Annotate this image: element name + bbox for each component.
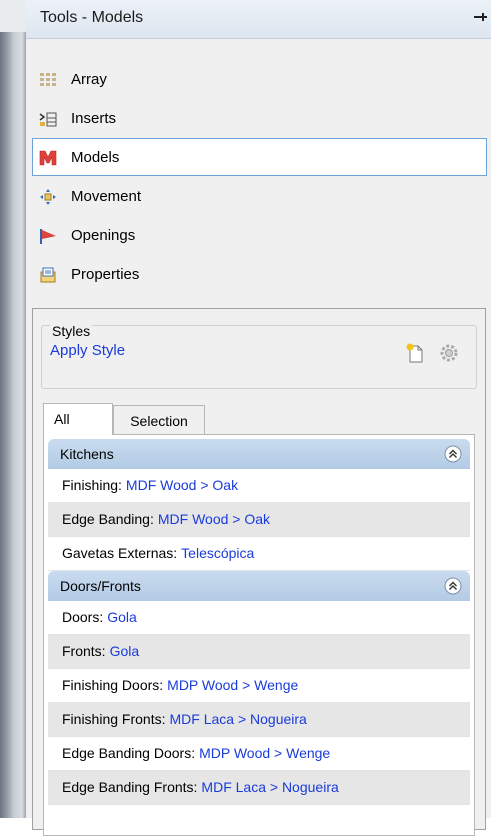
property-row[interactable]: Gavetas Externas: Telescópica: [48, 537, 470, 571]
tool-label: Models: [71, 149, 120, 166]
styles-panel: Styles Apply Style All Selection Kitchen…: [32, 308, 486, 836]
gear-icon[interactable]: [438, 342, 460, 364]
tool-label: Openings: [71, 227, 136, 244]
property-label: Finishing:: [62, 477, 122, 493]
property-row[interactable]: Finishing: MDF Wood > Oak: [48, 469, 470, 503]
panel-titlebar: Tools - Models: [26, 0, 491, 39]
property-value[interactable]: MDP Wood > Wenge: [199, 745, 330, 761]
property-label: Edge Banding Doors:: [62, 745, 196, 761]
property-label: Edge Banding Fronts:: [62, 779, 198, 795]
property-row[interactable]: Edge Banding: MDF Wood > Oak: [48, 503, 470, 537]
property-value[interactable]: Gola: [110, 643, 140, 659]
apply-style-link[interactable]: Apply Style: [50, 342, 125, 359]
models-icon: [39, 150, 57, 166]
tool-item-models[interactable]: Models: [32, 138, 487, 176]
property-value[interactable]: MDF Wood > Oak: [126, 477, 238, 493]
property-label: Finishing Doors:: [62, 677, 164, 693]
property-value[interactable]: Gola: [107, 609, 137, 625]
tool-item-properties[interactable]: Properties: [32, 255, 487, 293]
property-row[interactable]: Edge Banding Doors: MDP Wood > Wenge: [48, 737, 470, 771]
tool-label: Properties: [71, 266, 140, 283]
styles-group-label: Styles: [50, 323, 93, 339]
properties-content: Kitchens Finishing: MDF Wood > Oak Edge B…: [43, 434, 475, 836]
property-label: Gavetas Externas:: [62, 545, 178, 561]
new-style-icon[interactable]: [404, 342, 426, 364]
background-window-top: [0, 0, 26, 32]
tool-label: Inserts: [71, 110, 117, 127]
inserts-icon: [39, 112, 57, 127]
section-title: Doors/Fronts: [60, 578, 141, 594]
property-value[interactable]: MDF Laca > Nogueira: [201, 779, 338, 795]
panel-title: Tools - Models: [40, 9, 144, 26]
tools-list: Array Inserts Models Movement Openings P…: [32, 60, 487, 294]
property-label: Fronts:: [62, 643, 106, 659]
section-header-kitchens[interactable]: Kitchens: [48, 439, 470, 469]
tool-label: Array: [71, 71, 107, 88]
tab-all[interactable]: All: [43, 403, 113, 435]
section-header-doors-fronts[interactable]: Doors/Fronts: [48, 571, 470, 601]
movement-icon: [40, 189, 56, 205]
properties-icon: [40, 267, 56, 283]
property-value[interactable]: MDF Wood > Oak: [158, 511, 270, 527]
background-window-edge: [0, 0, 26, 818]
property-value[interactable]: Telescópica: [181, 545, 254, 561]
collapse-icon[interactable]: [444, 445, 462, 463]
collapse-icon[interactable]: [444, 577, 462, 595]
tool-item-array[interactable]: Array: [32, 60, 487, 98]
tool-label: Movement: [71, 188, 142, 205]
property-row[interactable]: Finishing Fronts: MDF Laca > Nogueira: [48, 703, 470, 737]
property-label: Edge Banding:: [62, 511, 154, 527]
property-row[interactable]: Edge Banding Fronts: MDF Laca > Nogueira: [48, 771, 470, 805]
property-row[interactable]: Doors: Gola: [48, 601, 470, 635]
styles-group: Styles Apply Style: [41, 323, 477, 389]
tool-item-inserts[interactable]: Inserts: [32, 99, 487, 137]
openings-icon: [40, 229, 56, 244]
property-row[interactable]: Finishing Doors: MDP Wood > Wenge: [48, 669, 470, 703]
property-value[interactable]: MDP Wood > Wenge: [167, 677, 298, 693]
tools-panel: Tools - Models Array Inserts Models Move…: [26, 0, 491, 836]
tab-selection[interactable]: Selection: [113, 405, 205, 435]
property-row[interactable]: Fronts: Gola: [48, 635, 470, 669]
property-value[interactable]: MDF Laca > Nogueira: [169, 711, 306, 727]
array-icon: [40, 73, 56, 86]
property-label: Doors:: [62, 609, 104, 625]
tool-item-movement[interactable]: Movement: [32, 177, 487, 215]
property-label: Finishing Fronts:: [62, 711, 166, 727]
pin-icon[interactable]: [473, 10, 487, 24]
section-title: Kitchens: [60, 446, 114, 462]
tool-item-openings[interactable]: Openings: [32, 216, 487, 254]
